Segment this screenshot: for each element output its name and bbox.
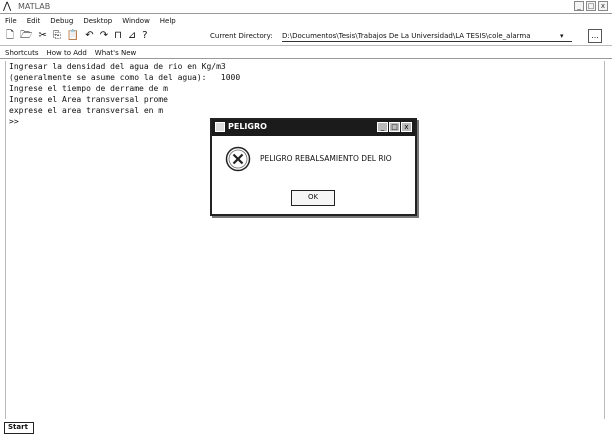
chevron-down-icon[interactable]: ▾ — [560, 30, 564, 42]
console-line-text: Ingrese el Area transversal prome — [9, 95, 168, 104]
current-directory-label: Current Directory: — [210, 32, 273, 40]
whats-new-link[interactable]: What's New — [95, 47, 136, 58]
console-line: Ingresar la densidad del agua de rio en … — [9, 62, 226, 71]
menu-debug[interactable]: Debug — [50, 15, 73, 27]
dialog-close-button[interactable]: x — [401, 122, 412, 132]
console-line: (generalmente se asume como la del agua)… — [9, 73, 241, 82]
maximize-button[interactable]: □ — [586, 1, 596, 11]
console-line-text: Ingrese el tiempo de derrame de m — [9, 84, 168, 93]
command-window[interactable]: Ingresar la densidad del agua de rio en … — [5, 61, 605, 419]
menu-desktop[interactable]: Desktop — [83, 15, 112, 27]
dialog-controls: _ □ x — [377, 122, 412, 132]
start-button[interactable]: Start — [4, 422, 34, 434]
paste-icon[interactable]: 📋 — [67, 30, 79, 42]
window-titlebar: ⋀ MATLAB _ □ x — [0, 0, 612, 14]
matlab-logo-icon: ⋀ — [3, 1, 12, 12]
how-to-add-link[interactable]: How to Add — [46, 47, 86, 58]
help-icon[interactable]: ? — [142, 30, 147, 42]
menubar: File Edit Debug Desktop Window Help — [0, 15, 612, 27]
menu-edit[interactable]: Edit — [27, 15, 41, 27]
shortcuts-label[interactable]: Shortcuts — [5, 47, 38, 58]
menu-file[interactable]: File — [5, 15, 17, 27]
toolbar: 🗋 🗁 ✂ ⎘ 📋 ↶ ↷ ⊓ ⊿ ? Current Directory: D… — [0, 28, 612, 46]
console-line: Ingrese el Area transversal prome — [6, 94, 604, 105]
new-file-icon[interactable]: 🗋 — [6, 30, 14, 42]
redo-icon[interactable]: ↷ — [100, 30, 108, 42]
console-line: Ingrese el tiempo de derrame de m — [6, 83, 604, 94]
close-button[interactable]: x — [598, 1, 608, 11]
copy-icon[interactable]: ⎘ — [53, 30, 61, 42]
console-line-text: exprese el area transversal en m — [9, 106, 164, 115]
console-line: exprese el area transversal en m — [6, 105, 604, 116]
dialog-maximize-button[interactable]: □ — [389, 122, 400, 132]
toolbar-icons: 🗋 🗁 ✂ ⎘ 📋 ↶ ↷ ⊓ ⊿ ? — [6, 30, 148, 42]
ok-button[interactable]: OK — [291, 190, 335, 206]
guide-icon[interactable]: ⊿ — [128, 30, 136, 42]
current-directory-input[interactable]: D:\Documentos\Tesis\Trabajos De La Unive… — [282, 30, 572, 42]
undo-icon[interactable]: ↶ — [85, 30, 93, 42]
window-title: MATLAB — [18, 2, 51, 11]
dialog-minimize-button[interactable]: _ — [377, 122, 388, 132]
open-file-icon[interactable]: 🗁 — [20, 30, 32, 42]
browse-folder-button[interactable]: ... — [588, 29, 602, 43]
dialog-title: PELIGRO — [228, 122, 267, 131]
simulink-icon[interactable]: ⊓ — [114, 30, 122, 42]
cut-icon[interactable]: ✂ — [38, 30, 46, 42]
menu-help[interactable]: Help — [160, 15, 176, 27]
dialog-message: PELIGRO REBALSAMIENTO DEL RIO — [260, 154, 392, 163]
error-icon — [225, 146, 251, 172]
dialog-app-icon — [215, 122, 225, 132]
menu-window[interactable]: Window — [122, 15, 150, 27]
shortcuts-bar: Shortcuts How to Add What's New — [0, 47, 612, 59]
minimize-button[interactable]: _ — [574, 1, 584, 11]
error-dialog: PELIGRO _ □ x PELIGRO REBALSAMIENTO DEL … — [210, 118, 417, 216]
start-bar: Start — [0, 420, 612, 436]
window-controls: _ □ x — [574, 1, 608, 11]
dialog-titlebar[interactable]: PELIGRO _ □ x — [212, 120, 415, 136]
